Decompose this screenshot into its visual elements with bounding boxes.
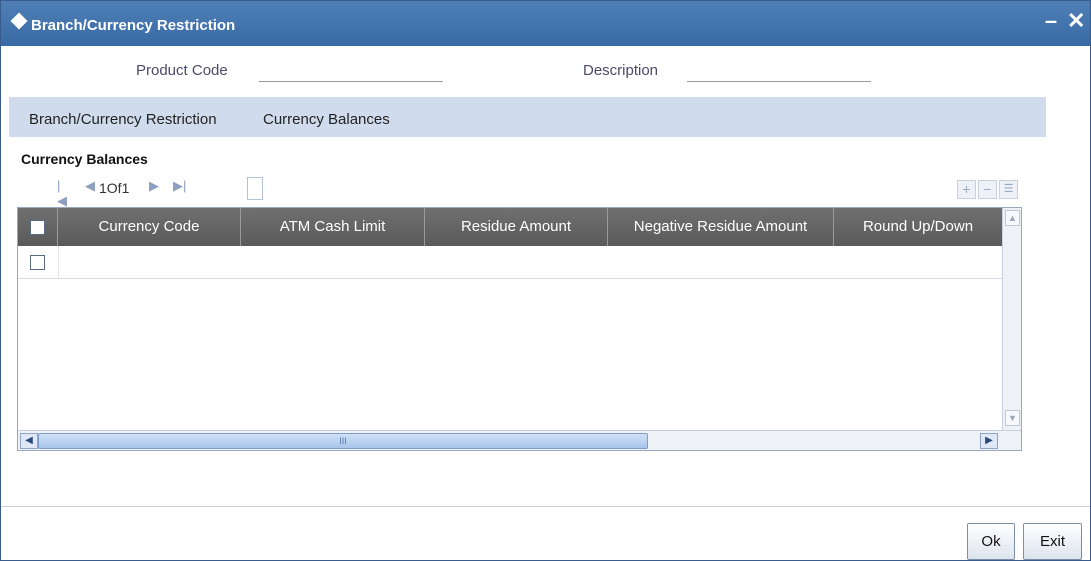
section-title: Currency Balances — [21, 151, 148, 167]
currency-balances-grid: Currency Code ATM Cash Limit Residue Amo… — [17, 207, 1022, 451]
column-header-negative-residue-amount[interactable]: Negative Residue Amount — [608, 208, 834, 246]
window-title: Branch/Currency Restriction — [31, 17, 236, 34]
first-page-icon[interactable]: |◀ — [57, 178, 67, 209]
row-checkbox[interactable] — [30, 255, 45, 270]
title-bar[interactable]: Branch/Currency Restriction – ✕ — [1, 1, 1090, 46]
select-all-checkbox[interactable] — [30, 220, 45, 235]
column-header-atm-cash-limit[interactable]: ATM Cash Limit — [241, 208, 425, 246]
description-label: Description — [583, 62, 659, 79]
horizontal-scroll-thumb[interactable]: III — [38, 433, 648, 449]
single-view-icon[interactable]: ☰ — [999, 180, 1018, 199]
footer-divider — [1, 506, 1090, 507]
exit-button[interactable]: Exit — [1023, 523, 1082, 560]
add-row-icon[interactable]: + — [957, 180, 976, 199]
horizontal-scrollbar[interactable]: ◀ III ▶ — [18, 430, 1021, 450]
page-number-input[interactable] — [247, 177, 263, 200]
column-header-residue-amount[interactable]: Residue Amount — [425, 208, 608, 246]
scroll-down-icon[interactable]: ▼ — [1005, 410, 1020, 426]
tab-branch-currency-restriction[interactable]: Branch/Currency Restriction — [29, 111, 217, 128]
header-select-all-cell — [18, 208, 58, 246]
product-code-label: Product Code — [136, 62, 228, 79]
description-field[interactable] — [687, 61, 871, 82]
previous-page-icon[interactable]: ◀ — [85, 178, 95, 194]
column-header-round-up-down[interactable]: Round Up/Down — [834, 208, 1002, 246]
product-code-field[interactable] — [259, 61, 443, 82]
minimize-icon[interactable]: – — [1043, 10, 1059, 32]
delete-row-icon[interactable]: − — [978, 180, 997, 199]
close-icon[interactable]: ✕ — [1067, 10, 1085, 32]
tab-bar: Branch/Currency Restriction Currency Bal… — [9, 97, 1046, 137]
diamond-icon — [10, 12, 28, 30]
vertical-scrollbar[interactable]: ▲ ▼ — [1002, 208, 1021, 430]
column-header-currency-code[interactable]: Currency Code — [58, 208, 241, 246]
branch-currency-restriction-window: Branch/Currency Restriction – ✕ Product … — [0, 0, 1091, 561]
page-indicator: 1Of1 — [99, 180, 130, 196]
ok-button[interactable]: Ok — [967, 523, 1015, 560]
grid-header: Currency Code ATM Cash Limit Residue Amo… — [18, 208, 1002, 246]
scroll-right-icon[interactable]: ▶ — [980, 433, 998, 449]
tab-currency-balances[interactable]: Currency Balances — [263, 111, 390, 128]
scroll-left-icon[interactable]: ◀ — [20, 433, 38, 449]
next-page-icon[interactable]: ▶ — [149, 178, 159, 194]
scroll-up-icon[interactable]: ▲ — [1005, 210, 1020, 226]
last-page-icon[interactable]: ▶| — [173, 178, 186, 194]
row-cells — [58, 246, 1003, 278]
